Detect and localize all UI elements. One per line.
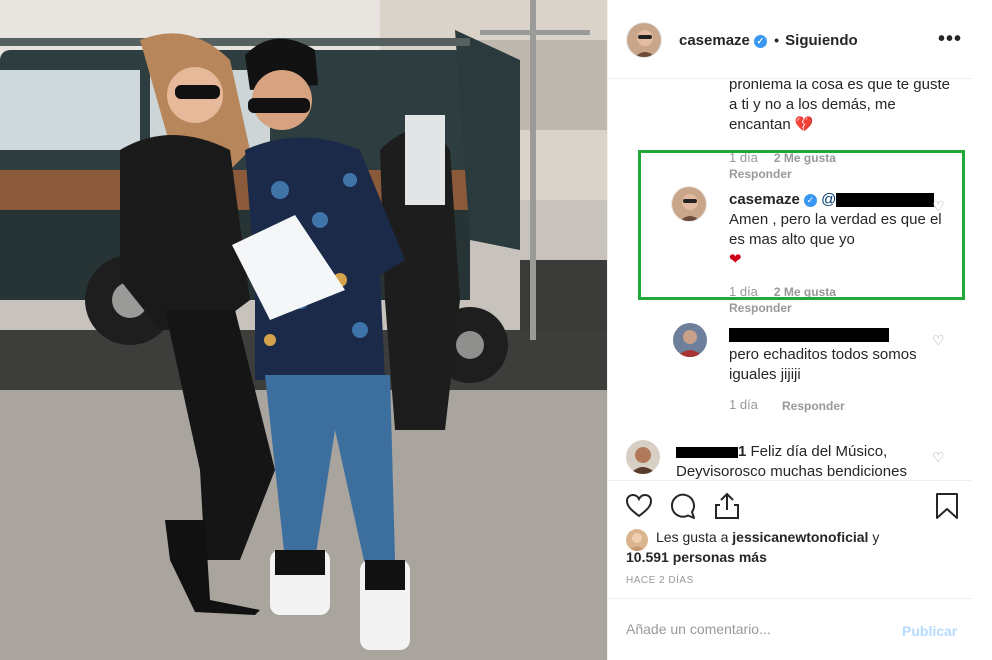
avatar-image <box>626 529 648 551</box>
publish-button[interactable]: Publicar <box>902 623 957 639</box>
comment-meta: 1 día <box>729 397 758 412</box>
comment-text: 1 Feliz día del Músico, Deyvisorosco muc… <box>676 443 907 480</box>
follow-status-button[interactable]: Siguiendo <box>785 32 858 49</box>
reply-button[interactable]: Responder <box>729 301 792 315</box>
comment-icon[interactable] <box>668 491 698 521</box>
like-comment-icon[interactable]: ♡ <box>932 449 945 466</box>
liker-avatar[interactable] <box>626 529 648 551</box>
broken-heart-emoji: 💔 <box>794 116 814 133</box>
likes-text: Les gusta a jessicanewtonoficial y 10.59… <box>626 529 880 565</box>
bookmark-icon[interactable] <box>932 491 962 521</box>
post-header: casemaze ✓ • Siguiendo ••• <box>608 0 974 79</box>
photo-illustration <box>0 0 607 660</box>
liker-username[interactable]: jessicanewtonoficial <box>732 529 868 545</box>
post-actions <box>608 480 974 530</box>
separator-dot: • <box>774 32 779 48</box>
redaction-bar <box>729 328 889 343</box>
redaction-bar <box>676 446 738 458</box>
commenter-avatar[interactable] <box>626 440 660 474</box>
avatar-image <box>673 323 707 357</box>
likes-count[interactable]: 10.591 personas más <box>626 549 767 565</box>
comment-text: pero echaditos todos somos iguales jijij… <box>729 325 959 385</box>
avatar-image <box>626 440 660 474</box>
post-details-panel: casemaze ✓ • Siguiendo ••• pronlema la co… <box>607 0 992 660</box>
page-scrollbar-area <box>972 0 992 660</box>
heart-icon[interactable] <box>624 491 654 521</box>
author-avatar[interactable] <box>626 22 662 58</box>
comment-time[interactable]: 1 día <box>729 397 758 412</box>
author-line: casemaze ✓ • Siguiendo <box>679 32 858 49</box>
more-horizontal-icon[interactable]: ••• <box>938 28 962 51</box>
share-icon[interactable] <box>712 491 742 521</box>
author-username[interactable]: casemaze <box>679 32 750 49</box>
highlight-box <box>638 150 965 300</box>
commenter-avatar[interactable] <box>673 323 707 357</box>
post-timestamp[interactable]: HACE 2 DÍAS <box>626 575 694 586</box>
verified-icon: ✓ <box>753 35 767 48</box>
post-photo[interactable] <box>0 0 607 660</box>
comment-text: pronlema la cosa es que te guste a ti y … <box>729 80 950 133</box>
avatar-image <box>627 23 661 57</box>
likes-summary: Les gusta a jessicanewtonoficial y 10.59… <box>626 527 966 567</box>
add-comment-bar: Publicar <box>608 598 974 660</box>
like-comment-icon[interactable]: ♡ <box>932 332 945 349</box>
reply-button[interactable]: Responder <box>782 399 845 413</box>
comment-input[interactable] <box>626 621 876 637</box>
